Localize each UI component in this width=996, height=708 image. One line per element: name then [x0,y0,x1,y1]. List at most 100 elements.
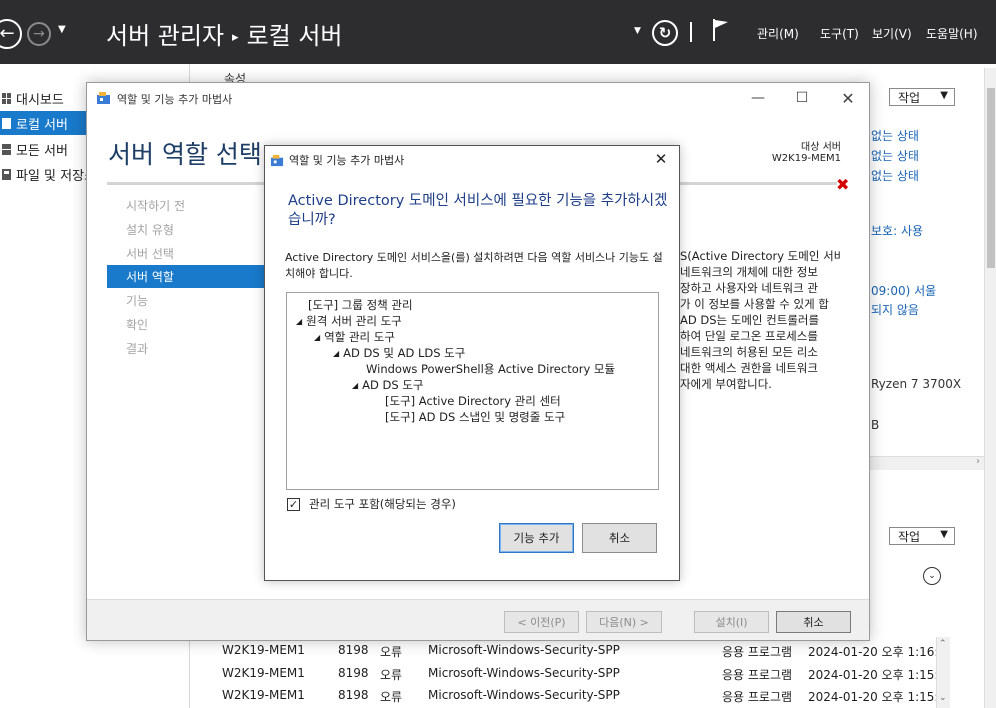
menu-view[interactable]: 보기(V) [872,25,912,42]
step-server-selection[interactable]: 서버 선택 [107,242,267,265]
scroll-right-icon[interactable]: › [976,456,980,467]
dialog-message: Active Directory 도메인 서비스을(를) 설치하려면 다음 역할… [285,251,663,280]
expand-triangle-icon[interactable]: ◢ [352,381,358,390]
expand-triangle-icon[interactable]: ◢ [296,317,302,326]
table-row[interactable]: W2K19-MEM1 8198 오류 Microsoft-Windows-Sec… [190,639,950,661]
memory-value: B [871,418,880,432]
history-dropdown-icon[interactable]: ▼ [58,24,66,35]
tree-item[interactable]: Windows PowerShell용 Active Directory 모듈 [366,361,615,377]
step-confirmation[interactable]: 확인 [107,313,267,336]
dialog-app-icon [271,154,284,167]
include-tools-label: 관리 도구 포함(해당되는 경우) [309,497,456,511]
events-scrollbar[interactable]: ⌃ ⌄ [936,637,950,708]
expand-triangle-icon[interactable]: ◢ [314,333,320,342]
include-tools-option[interactable]: ✓ 관리 도구 포함(해당되는 경우) [287,496,456,512]
storage-icon [2,168,11,180]
tree-item[interactable]: [도구] Active Directory 관리 센터 [385,393,561,409]
event-server: W2K19-MEM1 [222,666,305,680]
event-level: 오류 [380,690,403,704]
install-button[interactable]: 설치(I) [694,611,769,633]
event-log: 응용 프로그램 [722,690,793,704]
event-log: 응용 프로그램 [722,668,793,682]
notification-flag-icon[interactable] [711,18,731,42]
step-server-roles[interactable]: 서버 역할 [107,265,267,288]
event-id: 8198 [338,643,369,657]
close-icon[interactable]: ✕ [833,87,863,109]
table-row[interactable]: W2K19-MEM1 8198 오류 Microsoft-Windows-Sec… [190,684,950,706]
event-id: 8198 [338,688,369,702]
refresh-icon[interactable]: ↻ [652,20,678,46]
tasks-label: 작업 [898,90,921,105]
dialog-cancel-button[interactable]: 취소 [582,523,657,553]
scroll-down-icon[interactable]: ⌄ [939,693,947,703]
wizard-cancel-button[interactable]: 취소 [776,611,851,633]
description-line: 장하고 사용자와 네트워크 관 [680,281,818,295]
tree-item[interactable]: ◢ AD DS 및 AD LDS 도구 [333,345,465,361]
protection-link[interactable]: 보호: 사용 [871,222,923,239]
server-icon [2,117,11,129]
expand-triangle-icon[interactable]: ◢ [333,349,339,358]
server-manager-header: ← → ▼ 서버 관리자 ▸ 로컬 서버 ▼ ↻ 관리(M) 도구(T) 보기(V)… [0,0,996,64]
tree-item[interactable]: ◢ 역할 관리 도구 [314,329,395,345]
tree-item[interactable]: ◢ AD DS 도구 [352,377,424,393]
description-line: 자에게 부여합니다. [680,377,772,391]
chevron-down-icon: ▼ [940,529,948,540]
wizard-title: 역할 및 기능 추가 마법사 [117,93,233,106]
menu-help[interactable]: 도움말(H) [926,25,978,42]
table-row[interactable]: W2K19-MEM1 8198 오류 Microsoft-Windows-Sec… [190,662,950,684]
status-link-3[interactable]: 없는 상태 [871,167,919,184]
target-server-name: W2K19-MEM1 [771,153,841,164]
tree-item-label: AD DS 및 AD LDS 도구 [343,346,466,360]
tree-item[interactable]: ◢ 원격 서버 관리 도구 [296,313,402,329]
event-id: 8198 [338,666,369,680]
include-tools-checkbox[interactable]: ✓ [287,497,300,511]
event-server: W2K19-MEM1 [222,688,305,702]
event-level: 오류 [380,668,403,682]
description-line: 네트워크의 개체에 대한 정보 [680,265,818,279]
role-description: S(Active Directory 도메인 서비 네트워크의 개체에 대한 정… [680,248,840,392]
tree-item-label: [도구] 그룹 정책 관리 [308,298,413,312]
timezone-link[interactable]: 09:00) 서울 [871,282,936,299]
description-line: 네트워크의 허용된 모든 리소 [680,345,818,359]
horizontal-scrollbar[interactable]: › [866,456,984,470]
step-before-you-begin[interactable]: 시작하기 전 [107,194,267,217]
event-date: 2024-01-20 오후 1:15:2 [808,668,936,682]
back-arrow-icon[interactable]: ← [0,19,22,49]
tree-item-label: Windows PowerShell용 Active Directory 모듈 [366,362,616,376]
step-installation-type[interactable]: 설치 유형 [107,218,267,241]
scrollbar-thumb[interactable] [987,88,995,268]
tree-item[interactable]: [도구] 그룹 정책 관리 [308,297,413,313]
sidebar-item-label: 모든 서버 [16,143,68,159]
event-source: Microsoft-Windows-Security-SPP [428,643,620,657]
dashboard-icon [2,92,11,104]
activation-link[interactable]: 되지 않음 [871,301,919,318]
error-x-icon[interactable]: ✖ [836,175,849,194]
vertical-scrollbar[interactable] [984,68,996,708]
wizard-titlebar[interactable]: 역할 및 기능 추가 마법사 — ☐ ✕ [87,83,869,113]
maximize-icon[interactable]: ☐ [787,87,817,109]
description-line: 대한 액세스 권한을 네트워크 [680,361,818,375]
properties-tasks-dropdown[interactable]: 작업 ▼ [889,88,955,106]
step-features[interactable]: 기능 [107,289,267,312]
header-dropdown-icon[interactable]: ▼ [634,26,641,36]
status-link-2[interactable]: 없는 상태 [871,147,919,164]
menu-tools[interactable]: 도구(T) [820,25,859,42]
header-divider [690,22,692,42]
tree-item[interactable]: [도구] AD DS 스냅인 및 명령줄 도구 [385,409,565,425]
menu-manage[interactable]: 관리(M) [757,25,799,42]
previous-button[interactable]: < 이전(P) [504,611,579,633]
required-features-tree[interactable]: [도구] 그룹 정책 관리 ◢ 원격 서버 관리 도구 ◢ 역할 관리 도구 ◢ AD… [286,292,659,490]
add-features-button[interactable]: 기능 추가 [499,523,574,553]
sidebar-item-label: 로컬 서버 [16,117,68,133]
forward-arrow-icon[interactable]: → [27,22,51,46]
events-tasks-dropdown[interactable]: 작업 ▼ [889,527,955,545]
scroll-up-icon[interactable]: ⌃ [939,639,947,649]
next-button[interactable]: 다음(N) > [586,611,662,633]
step-results[interactable]: 결과 [107,337,267,360]
expand-section-icon[interactable]: ⌄ [923,567,941,585]
close-icon[interactable]: ✕ [650,149,672,169]
tree-item-label: 원격 서버 관리 도구 [306,314,402,328]
minimize-icon[interactable]: — [743,87,773,109]
app-title: 서버 관리자 [106,22,225,50]
status-link-1[interactable]: 없는 상태 [871,127,919,144]
